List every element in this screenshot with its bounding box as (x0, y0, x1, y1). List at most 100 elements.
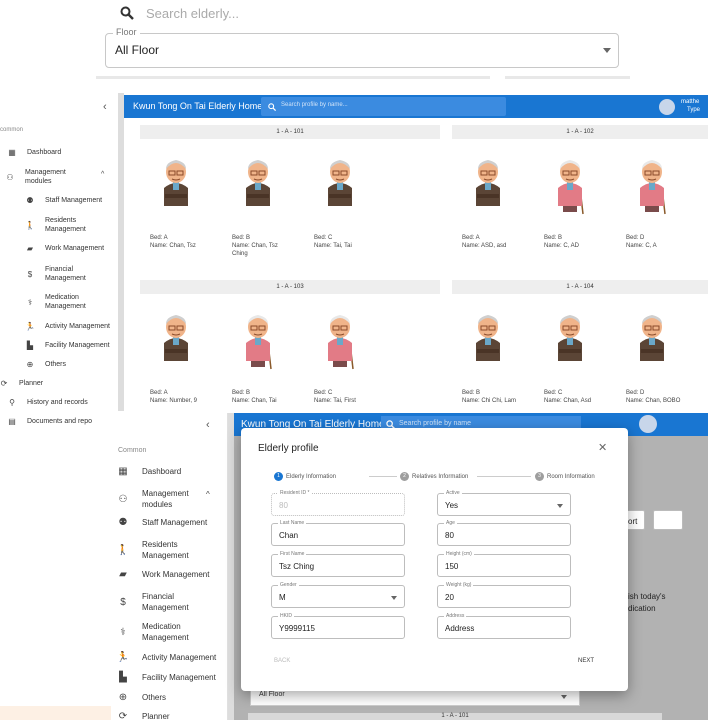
field-value: Yes (445, 501, 459, 510)
field-value: 150 (445, 562, 459, 571)
resident-card[interactable]: Bed: D Name: C, A (626, 154, 686, 250)
height-cm-field[interactable]: Height (cm) 150 (437, 550, 571, 577)
chevron-up-icon[interactable]: ^ (206, 490, 210, 499)
sidebar-item-medication-management[interactable]: ⚕ Medication Management (24, 293, 86, 311)
bed-label: Bed: D (626, 390, 645, 396)
background-text: ish today's (628, 592, 666, 601)
chevron-left-icon[interactable]: ‹ (206, 419, 210, 431)
search-icon (120, 6, 134, 20)
people-icon: ⚇ (6, 172, 14, 182)
elderly-man-icon (232, 154, 292, 221)
resident-card[interactable]: Bed: B Name: C, AD (544, 154, 604, 250)
step-number-icon: 2 (400, 472, 409, 481)
hkid-field[interactable]: HKID Y9999115 (271, 612, 405, 639)
planner-icon: ⟳ (118, 711, 128, 720)
sidebar-item-history-and-records[interactable]: ⚲ History and records (6, 398, 88, 407)
resident-card[interactable]: Bed: B Name: Chan, Tsz Ching (232, 154, 292, 258)
field-value: Y9999115 (279, 624, 315, 633)
sidebar-item-label: Dashboard (142, 467, 182, 476)
sidebar-item-planner[interactable]: ⟳ Planner (116, 711, 170, 720)
elderly-man-icon (150, 154, 210, 221)
sidebar-item-facility-management[interactable]: ▙ Facility Management (24, 341, 110, 350)
active-field[interactable]: Active Yes (437, 489, 571, 516)
sidebar-item-label: Residents Management (142, 540, 189, 560)
resident-card[interactable]: Bed: A Name: Chan, Tsz (150, 154, 210, 250)
sidebar-item-label: Management modules (25, 169, 66, 185)
resident-card[interactable]: Bed: D Name: Chan, BOBO (626, 309, 686, 405)
resident-card[interactable]: Bed: C Name: Tai, First (314, 309, 374, 405)
dropdown-arrow-icon (561, 695, 567, 699)
sidebar-item-label: Residents Management (45, 217, 86, 233)
room-header: 1 - A - 102 (452, 125, 708, 139)
floor-select[interactable] (105, 33, 619, 68)
close-icon[interactable]: ✕ (598, 441, 607, 454)
sidebar-item-management-modules[interactable]: ⚇ Management modules (116, 488, 189, 510)
resident-card[interactable]: Bed: B Name: Chi Chi, Lam (462, 309, 522, 405)
resident-card[interactable]: Bed: A Name: ASD, asd (462, 154, 522, 250)
documents-icon: ▤ (8, 417, 16, 426)
room-header: 1 - A - 103 (140, 280, 440, 294)
resident-card[interactable]: Bed: A Name: Number, 9 (150, 309, 210, 405)
resident-card[interactable]: Bed: B Name: Chan, Tai (232, 309, 292, 405)
sidebar-item-others[interactable]: ⊕ Others (116, 692, 166, 703)
bed-label: Bed: B (544, 235, 563, 241)
sidebar-item-dashboard[interactable]: ▦ Dashboard (116, 466, 181, 477)
sidebar-item-label: Financial Management (45, 266, 86, 282)
sidebar-item-label: Others (142, 693, 167, 702)
gender-field[interactable]: Gender M (271, 581, 405, 608)
sidebar-item-medication-management[interactable]: ⚕ Medication Management (116, 621, 189, 643)
elderly-man-icon (462, 154, 522, 221)
age-field[interactable]: Age 80 (437, 519, 571, 546)
first-name-field[interactable]: First Name Tsz Ching (271, 550, 405, 577)
sidebar-item-financial-management[interactable]: $ Financial Management (116, 591, 188, 613)
chevron-left-icon[interactable]: ‹ (103, 101, 107, 113)
user-avatar-icon[interactable] (659, 99, 675, 115)
sidebar-item-label: Medication Management (142, 622, 189, 642)
sidebar-item-residents-management[interactable]: 🚶 Residents Management (24, 216, 86, 234)
resident-card[interactable]: Bed: C Name: Tai, Tai (314, 154, 374, 250)
step-2[interactable]: 2 Relatives Information (400, 472, 468, 481)
sidebar-item-dashboard[interactable]: ▦ Dashboard (6, 148, 61, 157)
chevron-up-icon[interactable]: ^ (101, 171, 104, 178)
next-button[interactable]: NEXT (578, 658, 594, 664)
bed-label: Bed: C (314, 390, 333, 396)
last-name-field[interactable]: Last Name Chan (271, 519, 405, 546)
field-label: Active (444, 489, 462, 497)
elderly-search-input[interactable]: Search elderly... (146, 6, 239, 21)
weight-kg-field[interactable]: Weight (kg) 20 (437, 581, 571, 608)
resident-name: Name: Tai, Tai (314, 243, 352, 249)
address-field[interactable]: Address Address (437, 612, 571, 639)
sidebar-item-activity-management[interactable]: 🏃 Activity Management (24, 322, 110, 331)
resident-card[interactable]: Bed: C Name: Chan, Asd (544, 309, 604, 405)
sidebar-item-residents-management[interactable]: 🚶 Residents Management (116, 539, 189, 561)
field-label: Gender (278, 581, 299, 589)
sidebar-item-activity-management[interactable]: 🏃 Activity Management (116, 652, 217, 663)
sidebar-item-facility-management[interactable]: ▙ Facility Management (116, 672, 216, 683)
user-info: matthe Type (681, 99, 701, 113)
sidebar-item-documents-and-repo[interactable]: ▤ Documents and repo (6, 417, 92, 426)
step-label: Room Information (547, 473, 595, 480)
sidebar-item-management-modules[interactable]: ⚇ Management modules (4, 168, 66, 186)
bed-label: Bed: A (150, 390, 168, 396)
dollar-icon: $ (120, 596, 126, 608)
sidebar-item-work-management[interactable]: ▰ Work Management (116, 569, 209, 580)
building-icon: ▙ (119, 672, 127, 683)
room-header: 1 - A - 101 (248, 713, 662, 720)
bed-label: Bed: B (232, 390, 251, 396)
step-1[interactable]: 1 Elderly Information (274, 472, 336, 481)
sidebar-item-staff-management[interactable]: ⚉ Staff Management (24, 196, 102, 205)
user-avatar-icon[interactable] (639, 415, 657, 433)
elderly-man-icon (626, 309, 686, 376)
back-button[interactable]: BACK (274, 658, 290, 664)
sidebar-item-financial-management[interactable]: $ Financial Management (24, 265, 86, 283)
bed-label: Bed: C (314, 235, 333, 241)
sidebar-item-label: Medication Management (45, 294, 86, 310)
floor-label: Floor (113, 27, 140, 37)
sidebar-item-work-management[interactable]: ▰ Work Management (24, 244, 104, 253)
sidebar-item-staff-management[interactable]: ⚉ Staff Management (116, 517, 208, 528)
sidebar-item-planner[interactable]: ⟳ Planner (0, 379, 44, 388)
sidebar-item-others[interactable]: ⊕ Others (24, 360, 66, 369)
step-3[interactable]: 3 Room Information (535, 472, 595, 481)
walking-icon: 🚶 (116, 544, 130, 556)
step-label: Relatives Information (412, 473, 469, 480)
